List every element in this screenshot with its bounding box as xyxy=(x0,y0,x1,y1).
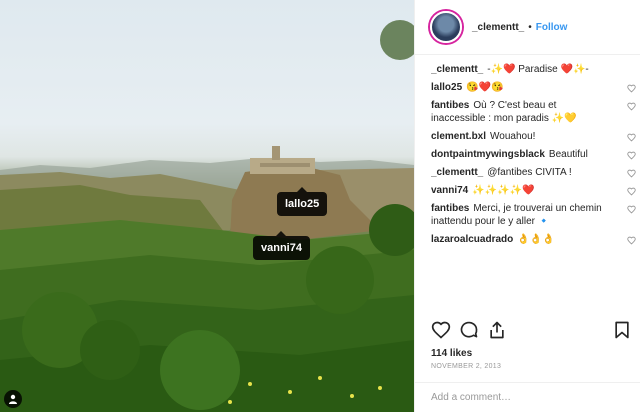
avatar[interactable] xyxy=(430,11,462,43)
follow-button[interactable]: Follow xyxy=(536,22,568,33)
add-comment-input[interactable] xyxy=(431,392,611,403)
comment-text: -✨❤️ Paradise ❤️✨- xyxy=(487,64,589,75)
landscape-image xyxy=(0,20,414,412)
user-tag-vanni74[interactable]: vanni74 xyxy=(253,231,310,260)
header-username[interactable]: _clementt_ xyxy=(472,22,524,33)
comment-like-heart-icon[interactable] xyxy=(627,102,636,111)
comments-list: _clementt_ -✨❤️ Paradise ❤️✨- lallo25 😘❤️😘 f… xyxy=(431,58,636,258)
post-header: _clementt_ • Follow xyxy=(415,0,640,55)
comment-text: Wouahou! xyxy=(490,131,536,142)
person-icon xyxy=(9,394,17,404)
comment-text: Beautiful xyxy=(548,149,588,160)
share-icon[interactable] xyxy=(487,320,507,340)
comment-like-heart-icon[interactable] xyxy=(627,84,636,93)
comment-row: clement.bxl Wouahou! xyxy=(431,130,636,143)
comment-like-heart-icon[interactable] xyxy=(627,236,636,245)
comment-like-heart-icon[interactable] xyxy=(627,151,636,160)
comment-username[interactable]: lallo25 xyxy=(431,82,462,93)
comment-row: fantibes Où ? C'est beau et inaccessible … xyxy=(431,99,636,125)
comment-text: ✨✨✨✨❤️ xyxy=(472,185,535,196)
comment-row: dontpaintmywingsblack Beautiful xyxy=(431,148,636,161)
post-photo[interactable]: lallo25 vanni74 xyxy=(0,0,414,412)
comment-username[interactable]: fantibes xyxy=(431,203,469,214)
post-date: NOVEMBER 2, 2013 xyxy=(431,363,502,370)
comment-username[interactable]: fantibes xyxy=(431,100,469,111)
add-comment-bar xyxy=(415,382,640,412)
separator-dot: • xyxy=(528,21,532,33)
comment-username[interactable]: clement.bxl xyxy=(431,131,486,142)
likes-count[interactable]: 114 likes xyxy=(431,348,472,359)
comment-username[interactable]: lazaroalcuadrado xyxy=(431,234,513,245)
action-bar xyxy=(431,320,632,344)
comment-text: @fantibes CIVITA ! xyxy=(487,167,572,178)
comment-text: 😘❤️😘 xyxy=(466,82,504,93)
tagged-user-icon[interactable] xyxy=(4,390,22,408)
comment-like-heart-icon[interactable] xyxy=(627,169,636,178)
comment-row: lazaroalcuadrado 👌👌👌 xyxy=(431,233,636,246)
comment-text: 👌👌👌 xyxy=(517,234,555,245)
comment-username[interactable]: vanni74 xyxy=(431,185,468,196)
comment-row: lallo25 😘❤️😘 xyxy=(431,81,636,94)
comment-row: fantibes Merci, je trouverai un chemin in… xyxy=(431,202,636,228)
comment-username[interactable]: _clementt_ xyxy=(431,167,483,178)
comment-username[interactable]: _clementt_ xyxy=(431,64,483,75)
bookmark-icon[interactable] xyxy=(612,320,632,340)
comment-icon[interactable] xyxy=(459,320,479,340)
comment-like-heart-icon[interactable] xyxy=(627,187,636,196)
comment-row: _clementt_ -✨❤️ Paradise ❤️✨- xyxy=(431,63,636,76)
post-side-panel: _clementt_ • Follow _clementt_ -✨❤️ Parad… xyxy=(414,0,640,412)
comment-username[interactable]: dontpaintmywingsblack xyxy=(431,149,545,160)
comment-row: _clementt_ @fantibes CIVITA ! xyxy=(431,166,636,179)
like-heart-icon[interactable] xyxy=(431,320,451,340)
user-tag-lallo25[interactable]: lallo25 xyxy=(277,187,328,216)
comment-like-heart-icon[interactable] xyxy=(627,205,636,214)
comment-row: vanni74 ✨✨✨✨❤️ xyxy=(431,184,636,197)
comment-like-heart-icon[interactable] xyxy=(627,133,636,142)
